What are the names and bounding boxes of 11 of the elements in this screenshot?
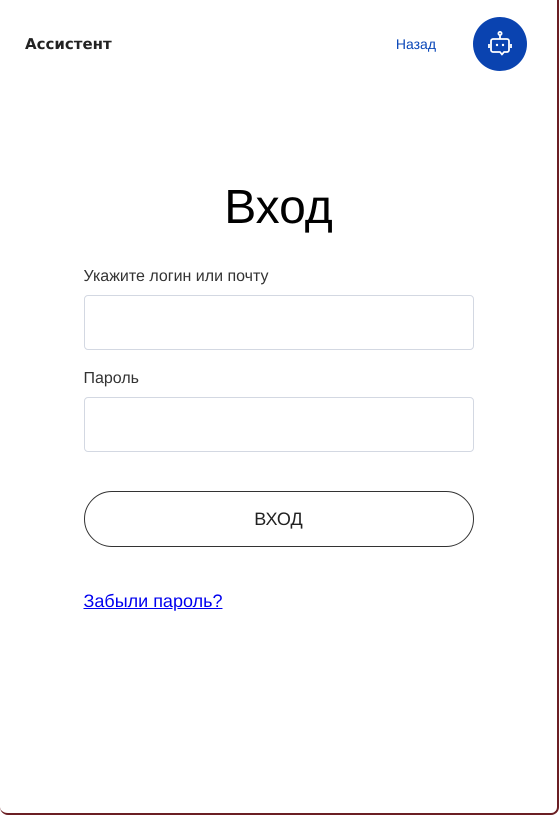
- forgot-password-link[interactable]: Забыли пароль?: [84, 591, 222, 612]
- login-button[interactable]: ВХОД: [84, 491, 474, 547]
- assistant-avatar[interactable]: [473, 17, 527, 71]
- input-field[interactable]: [84, 397, 474, 452]
- robot-icon: [488, 31, 512, 57]
- input-field[interactable]: [84, 295, 474, 350]
- app-title: Ассистент: [25, 35, 113, 53]
- page-heading: Вход: [223, 180, 334, 236]
- back-link[interactable]: Назад: [396, 36, 436, 52]
- field-label: Пароль: [84, 370, 140, 388]
- field-label: Укажите логин или почту: [84, 268, 270, 286]
